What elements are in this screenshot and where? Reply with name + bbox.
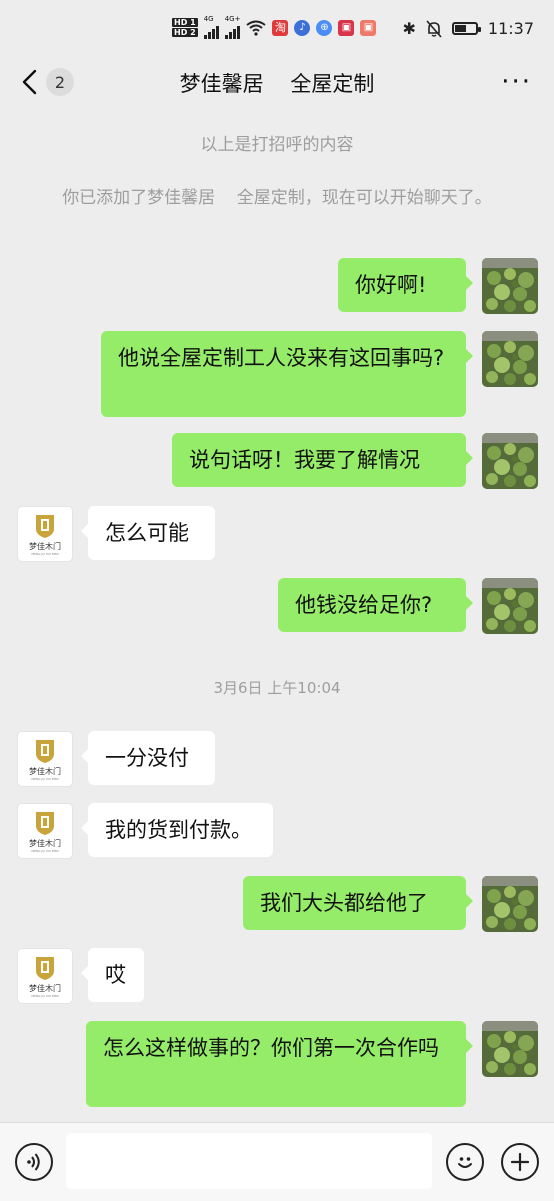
signal-1-icon: 4G: [203, 15, 219, 39]
chat-title: 梦佳馨居 全屋定制: [179, 72, 375, 96]
received-message-bubble[interactable]: 一分没付: [81, 731, 215, 785]
sent-message-bubble[interactable]: 怎么这样做事的？你们第一次合作吗: [86, 1021, 473, 1107]
received-message-bubble[interactable]: 哎: [81, 948, 144, 1002]
pond-lily-pads-image: [482, 1021, 538, 1077]
received-message-row: 梦佳木门 MENG JIA MU MEN 一分没付: [0, 731, 554, 787]
sent-message-bubble[interactable]: 你好啊!: [338, 258, 473, 312]
reader-app-icon: ▣: [338, 19, 355, 36]
door-shield-icon: [36, 739, 54, 763]
signal-2-icon: 4G+: [224, 15, 241, 39]
contact-logo: 梦佳木门 MENG JIA MU MEN: [18, 507, 72, 561]
sent-message-row: 说句话呀！我要了解情况: [0, 433, 554, 489]
status-bar: HD 1 HD 2 4G 4G+ 淘 ♪ ⊕ ▣ ▣ ✱ 11:37: [0, 0, 554, 62]
voice-button[interactable]: [15, 1143, 53, 1181]
contact-avatar[interactable]: 梦佳木门 MENG JIA MU MEN: [17, 948, 73, 1004]
received-message-row: 梦佳木门 MENG JIA MU MEN 哎: [0, 948, 554, 1004]
contact-logo-subtitle: MENG JIA MU MEN: [31, 993, 59, 998]
pond-lily-pads-image: [482, 433, 538, 489]
voice-icon: [27, 1153, 40, 1171]
input-bar: [0, 1122, 554, 1201]
contact-logo: 梦佳木门 MENG JIA MU MEN: [18, 732, 72, 786]
sent-message-bubble[interactable]: 我们大头都给他了: [243, 876, 473, 930]
message-input[interactable]: [66, 1133, 432, 1189]
received-message-bubble[interactable]: 我的货到付款。: [81, 803, 273, 857]
notes-app-icon: ▣: [360, 19, 377, 36]
friend-added-note: 你已添加了梦佳馨居 全屋定制，现在可以开始聊天了。: [62, 188, 492, 208]
emoji-button[interactable]: [446, 1143, 484, 1181]
status-left-icons: HD 1 HD 2 4G 4G+ 淘 ♪ ⊕ ▣ ▣: [172, 15, 377, 39]
sent-message-row: 他说全屋定制工人没来有这回事吗?: [0, 331, 554, 417]
more-options-button[interactable]: ···: [501, 69, 532, 95]
silent-bell-icon: [426, 19, 442, 38]
greeting-note: 以上是打招呼的内容: [200, 135, 354, 155]
status-right-icons: ✱ 11:37: [402, 19, 534, 38]
sent-message-bubble[interactable]: 说句话呀！我要了解情况: [172, 433, 473, 487]
pond-lily-pads-image: [482, 331, 538, 387]
sent-message-row: 我们大头都给他了: [0, 876, 554, 932]
contact-logo-name: 梦佳木门: [29, 838, 61, 848]
battery-fill: [454, 25, 466, 32]
pond-lily-pads-image: [482, 876, 538, 932]
contact-logo-subtitle: MENG JIA MU MEN: [31, 776, 59, 781]
sim2-label: HD 2: [172, 27, 198, 37]
contact-logo-name: 梦佳木门: [29, 541, 61, 551]
sim1-label: HD 1: [172, 17, 198, 27]
chat-header: 2 梦佳馨居 全屋定制 ···: [0, 62, 554, 110]
sent-message-bubble[interactable]: 他说全屋定制工人没来有这回事吗?: [101, 331, 473, 417]
received-message-row: 梦佳木门 MENG JIA MU MEN 怎么可能: [0, 506, 554, 562]
contact-logo: 梦佳木门 MENG JIA MU MEN: [18, 804, 72, 858]
music-app-icon: ♪: [294, 19, 311, 36]
network-type-2: 4G+: [224, 15, 241, 23]
contact-avatar[interactable]: 梦佳木门 MENG JIA MU MEN: [17, 506, 73, 562]
contact-avatar[interactable]: 梦佳木门 MENG JIA MU MEN: [17, 731, 73, 787]
contact-logo-name: 梦佳木门: [29, 983, 61, 993]
network-type-1: 4G: [203, 15, 214, 23]
door-shield-icon: [36, 514, 54, 538]
contact-logo-subtitle: MENG JIA MU MEN: [31, 848, 59, 853]
door-shield-icon: [36, 811, 54, 835]
my-avatar[interactable]: [482, 1021, 538, 1077]
pond-lily-pads-image: [482, 258, 538, 314]
sent-message-row: 你好啊!: [0, 258, 554, 314]
pond-lily-pads-image: [482, 578, 538, 634]
contact-logo-subtitle: MENG JIA MU MEN: [31, 551, 59, 556]
clock: 11:37: [487, 19, 534, 38]
battery-icon: [451, 22, 481, 35]
contact-avatar[interactable]: 梦佳木门 MENG JIA MU MEN: [17, 803, 73, 859]
my-avatar[interactable]: [482, 331, 538, 387]
taobao-icon: 淘: [272, 19, 289, 36]
bluetooth-icon: ✱: [402, 19, 416, 38]
message-timestamp: 3月6日 上午10:04: [213, 679, 341, 697]
dual-sim-indicator: HD 1 HD 2: [172, 17, 198, 38]
my-avatar[interactable]: [482, 433, 538, 489]
my-avatar[interactable]: [482, 258, 538, 314]
sent-message-bubble[interactable]: 他钱没给足你?: [278, 578, 473, 632]
my-avatar[interactable]: [482, 876, 538, 932]
my-avatar[interactable]: [482, 578, 538, 634]
received-message-bubble[interactable]: 怎么可能: [81, 506, 215, 560]
more-functions-button[interactable]: [501, 1143, 539, 1181]
browser-app-icon: ⊕: [316, 19, 333, 36]
received-message-row: 梦佳木门 MENG JIA MU MEN 我的货到付款。: [0, 803, 554, 859]
emoji-icon: [458, 1157, 472, 1168]
door-shield-icon: [36, 956, 54, 980]
sent-message-row: 怎么这样做事的？你们第一次合作吗: [0, 1021, 554, 1107]
plus-icon: [510, 1152, 530, 1172]
sent-message-row: 他钱没给足你?: [0, 578, 554, 634]
contact-logo: 梦佳木门 MENG JIA MU MEN: [18, 949, 72, 1003]
contact-logo-name: 梦佳木门: [29, 766, 61, 776]
wifi-icon: [246, 20, 267, 36]
